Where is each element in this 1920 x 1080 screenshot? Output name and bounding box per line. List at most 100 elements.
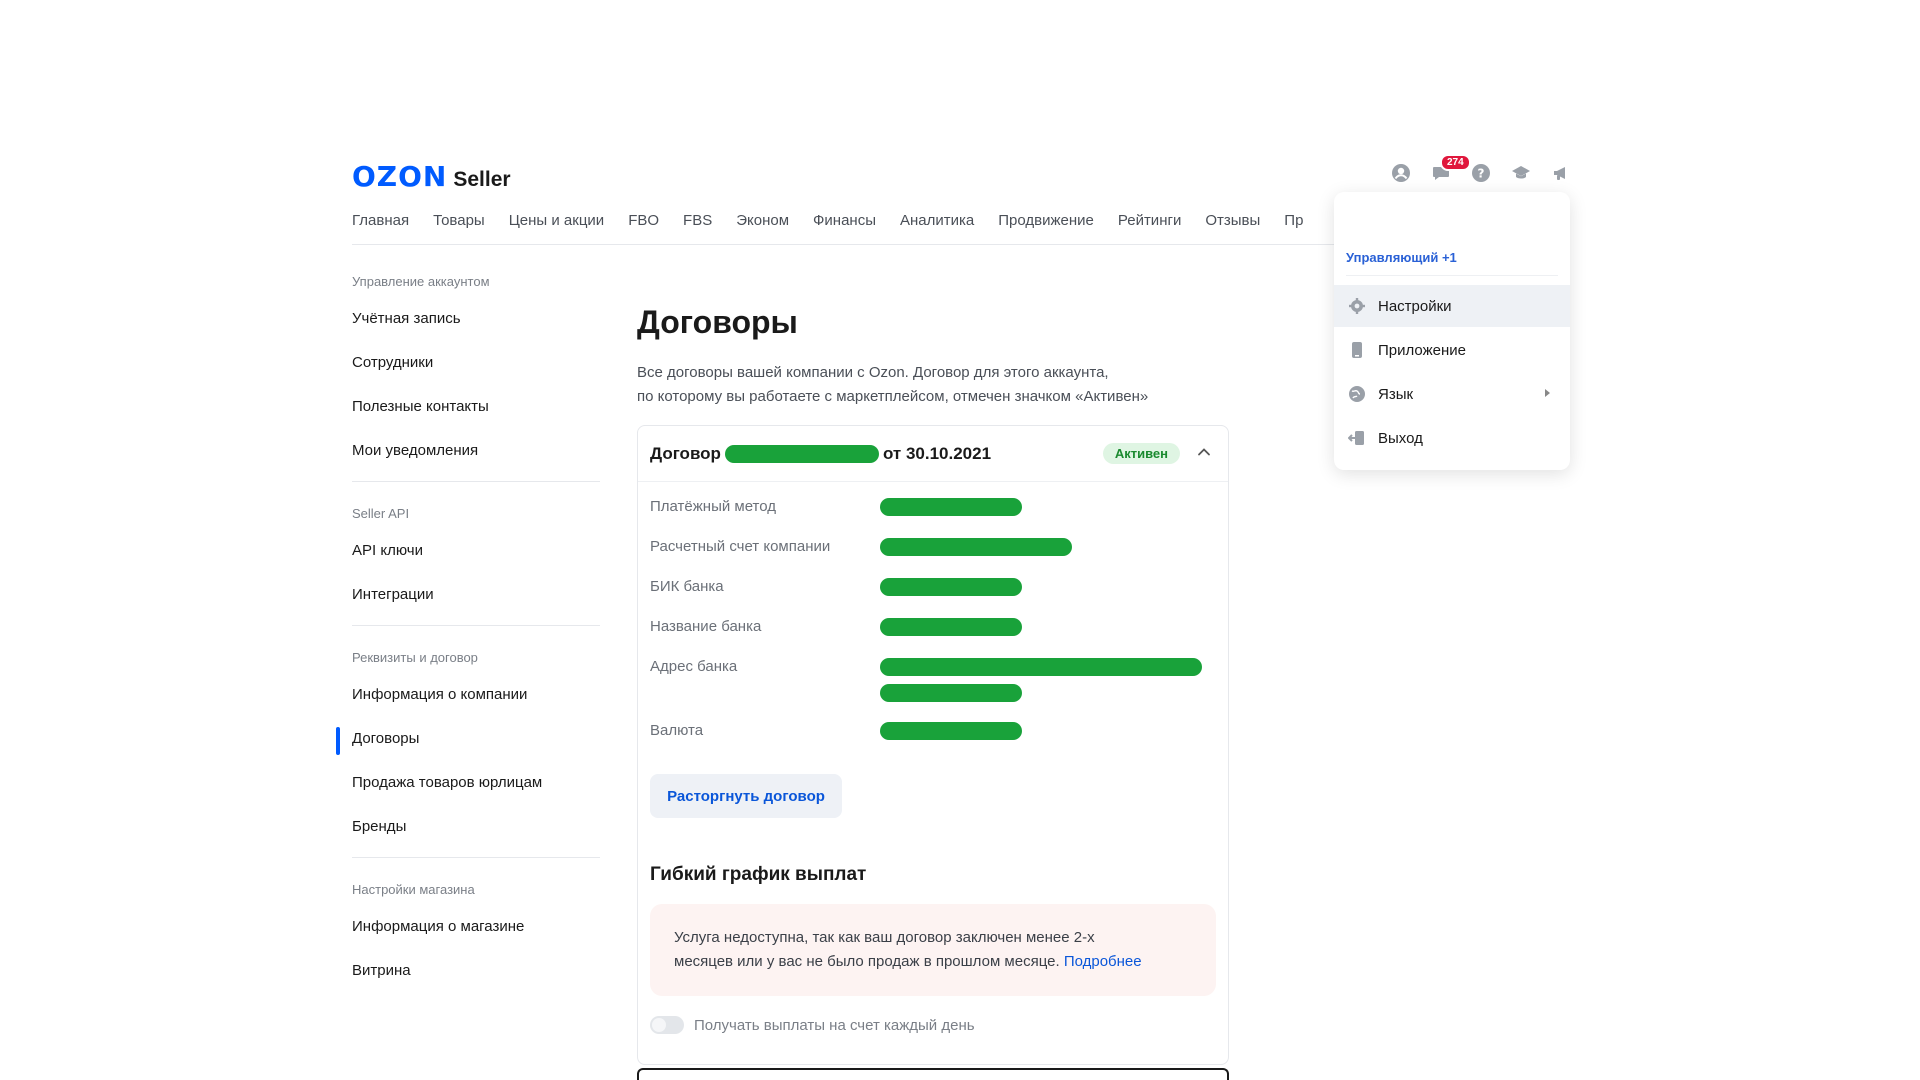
help-icon[interactable]: ? [1470,162,1492,184]
nav-item-fbo[interactable]: FBO [628,209,659,244]
nav-item-products[interactable]: Товары [433,209,485,244]
nav-item-reviews[interactable]: Отзывы [1205,209,1260,244]
redacted-value [880,658,1202,676]
status-badge: Активен [1102,443,1180,464]
nav-item-analytics[interactable]: Аналитика [900,209,974,244]
menu-item-label: Настройки [1378,297,1452,315]
redacted-value [880,538,1072,556]
profile-icon[interactable] [1390,162,1412,184]
nav-item-promotion[interactable]: Продвижение [998,209,1094,244]
page-title: Договоры [637,304,798,340]
field-row-account: Расчетный счет компании [638,532,1228,572]
field-row-bank-name: Название банка [638,612,1228,652]
redacted-contract-number [724,444,879,463]
flex-payments-notice: Услуга недоступна, так как ваш договор з… [650,904,1216,996]
contract-date: от 30.10.2021 [882,443,992,463]
redacted-value [880,722,1022,740]
menu-item-language[interactable]: Язык [1334,373,1570,415]
menu-item-logout[interactable]: Выход [1334,417,1570,459]
sidebar-section-title: Управление аккаунтом [352,274,490,289]
next-card-edge [637,1068,1229,1080]
notification-badge: 274 [1440,154,1471,171]
flex-payments-title: Гибкий график выплат [650,864,867,885]
notice-line-text: месяцев или у вас не было продаж в прошл… [674,953,1060,970]
nav-item-fbs[interactable]: FBS [683,209,712,244]
field-label: Расчетный счет компании [650,538,831,555]
nav-item-economy[interactable]: Эконом [736,209,789,244]
nav-item-prices[interactable]: Цены и акции [509,209,604,244]
toggle-label: Получать выплаты на счет каждый день [694,1016,975,1034]
contract-label: Договор [650,443,721,463]
field-row-bik: БИК банка [638,572,1228,612]
sidebar-item-api-keys[interactable]: API ключи [352,539,600,583]
contract-header[interactable]: Договор от 30.10.2021 Активен [638,426,1228,482]
sidebar-item-shop-info[interactable]: Информация о магазине [352,915,600,959]
page-description: Все договоры вашей компании с Ozon. Дого… [637,361,1229,409]
redacted-value [880,498,1022,516]
phone-icon [1352,342,1362,358]
svg-text:?: ? [1478,167,1485,181]
sidebar-item-b2b-sales[interactable]: Продажа товаров юрлицам [352,771,600,815]
gear-icon [1349,298,1365,314]
nav-item-ratings[interactable]: Рейтинги [1118,209,1181,244]
chevron-right-icon [1545,389,1550,397]
megaphone-icon[interactable] [1550,162,1572,184]
sidebar-item-employees[interactable]: Сотрудники [352,351,600,395]
sidebar-item-integrations[interactable]: Интеграции [352,583,600,627]
chevron-up-icon[interactable] [1196,444,1212,460]
nav-item-finance[interactable]: Финансы [813,209,876,244]
sidebar-item-notifications[interactable]: Мои уведомления [352,439,600,483]
globe-icon [1349,386,1365,402]
sidebar-section-title: Настройки магазина [352,882,475,897]
daily-payout-toggle[interactable] [650,1016,684,1034]
menu-item-label: Выход [1378,429,1423,447]
sidebar-item-brands[interactable]: Бренды [352,815,600,859]
field-row-currency: Валюта [638,716,1228,756]
contract-title: Договор от 30.10.2021 [650,444,991,464]
terminate-contract-button[interactable]: Расторгнуть договор [650,774,842,818]
nav-item-home[interactable]: Главная [352,209,409,244]
logo-brand: OZON [352,160,448,193]
dropdown-divider [1346,275,1558,276]
field-label: Платёжный метод [650,498,777,515]
menu-item-label: Приложение [1378,341,1466,359]
sidebar-item-contracts[interactable]: Договоры [336,727,600,771]
description-line: Все договоры вашей компании с Ozon. Дого… [637,364,1109,381]
field-row-payment-method: Платёжный метод [638,492,1228,532]
sidebar-item-contacts[interactable]: Полезные контакты [352,395,600,439]
field-label: Название банка [650,618,762,635]
redacted-value [880,578,1022,596]
more-info-link[interactable]: Подробнее [1064,953,1142,970]
main-nav: Главная Товары Цены и акции FBO FBS Экон… [352,209,1340,245]
education-icon[interactable] [1510,162,1532,184]
menu-item-app[interactable]: Приложение [1334,329,1570,371]
chat-icon[interactable]: 274 [1430,154,1471,184]
sidebar-section-title: Seller API [352,506,410,521]
logout-icon [1348,431,1364,445]
notice-line-2: месяцев или у вас не было продаж в прошл… [674,950,1192,974]
nav-item-more[interactable]: Пр [1284,209,1303,244]
menu-item-label: Язык [1378,385,1414,403]
top-icons: 274 ? [1390,154,1572,184]
field-label: Адрес банка [650,658,738,675]
logo[interactable]: OZON Seller [352,160,511,193]
field-row-bank-address: Адрес банка [638,652,1228,716]
logo-product: Seller [453,168,511,191]
profile-dropdown: Управляющий +1 Настройки Приложение Язык… [1334,192,1570,470]
daily-payout-toggle-row: Получать выплаты на счет каждый день [650,1016,1216,1034]
redacted-value [880,618,1022,636]
sidebar-item-company-info[interactable]: Информация о компании [352,683,600,727]
main-content: Договоры Все договоры вашей компании с O… [637,300,1229,1065]
contract-card: Договор от 30.10.2021 Активен Платёжный … [637,425,1229,1065]
menu-item-settings[interactable]: Настройки [1334,285,1570,327]
field-label: Валюта [650,722,704,739]
sidebar-item-account[interactable]: Учётная запись [352,307,600,351]
notice-line: Услуга недоступна, так как ваш договор з… [674,929,1095,946]
sidebar-section-title: Реквизиты и договор [352,650,478,665]
sidebar-item-storefront[interactable]: Витрина [352,959,600,1003]
sidebar: Управление аккаунтом Учётная запись Сотр… [336,270,600,1003]
description-line: по которому вы работаете с маркетплейсом… [637,388,1149,405]
redacted-value [880,684,1022,702]
field-label: БИК банка [650,578,724,595]
role-link[interactable]: Управляющий +1 [1346,250,1457,265]
